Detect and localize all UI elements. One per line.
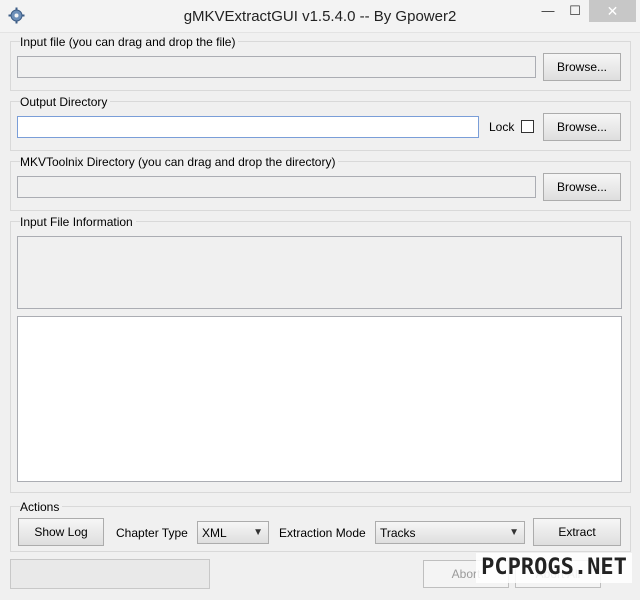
watermark-logo: PCPROGS.NET	[476, 553, 632, 583]
extraction-mode-label: Extraction Mode	[279, 526, 366, 540]
mkvtoolnix-directory-group-label: MKVToolnix Directory (you can drag and d…	[20, 155, 339, 169]
title-bar[interactable]: gMKVExtractGUI v1.5.4.0 -- By Gpower2 — …	[0, 0, 640, 33]
extract-button[interactable]: Extract	[533, 518, 621, 546]
show-log-button[interactable]: Show Log	[18, 518, 104, 546]
mkvtoolnix-directory-browse-button[interactable]: Browse...	[543, 173, 621, 201]
extraction-mode-value: Tracks	[380, 526, 416, 540]
input-file-information-box[interactable]	[17, 236, 622, 309]
log-area[interactable]	[17, 316, 622, 482]
chapter-type-select[interactable]: XML ▼	[197, 521, 269, 544]
mkvtoolnix-directory-field[interactable]	[17, 176, 536, 198]
lock-label: Lock	[489, 120, 515, 134]
chevron-down-icon: ▼	[509, 527, 519, 538]
output-directory-browse-button[interactable]: Browse...	[543, 113, 621, 141]
chapter-type-value: XML	[202, 526, 227, 540]
chevron-down-icon: ▼	[253, 527, 263, 538]
app-window: gMKVExtractGUI v1.5.4.0 -- By Gpower2 — …	[0, 0, 640, 600]
close-button[interactable]: ✕	[589, 0, 636, 22]
output-directory-field[interactable]	[17, 116, 479, 138]
chapter-type-label: Chapter Type	[116, 526, 188, 540]
extraction-mode-select[interactable]: Tracks ▼	[375, 521, 525, 544]
input-file-group-label: Input file (you can drag and drop the fi…	[20, 35, 239, 49]
maximize-button[interactable]: ☐	[561, 0, 589, 22]
actions-group-label: Actions	[20, 500, 63, 514]
input-file-information-group-label: Input File Information	[20, 215, 136, 229]
input-file-browse-button[interactable]: Browse...	[543, 53, 621, 81]
minimize-button[interactable]: —	[535, 0, 561, 22]
progress-bar	[10, 559, 210, 589]
lock-checkbox[interactable]	[521, 120, 534, 133]
output-directory-group-label: Output Directory	[20, 95, 111, 109]
input-file-field[interactable]	[17, 56, 536, 78]
